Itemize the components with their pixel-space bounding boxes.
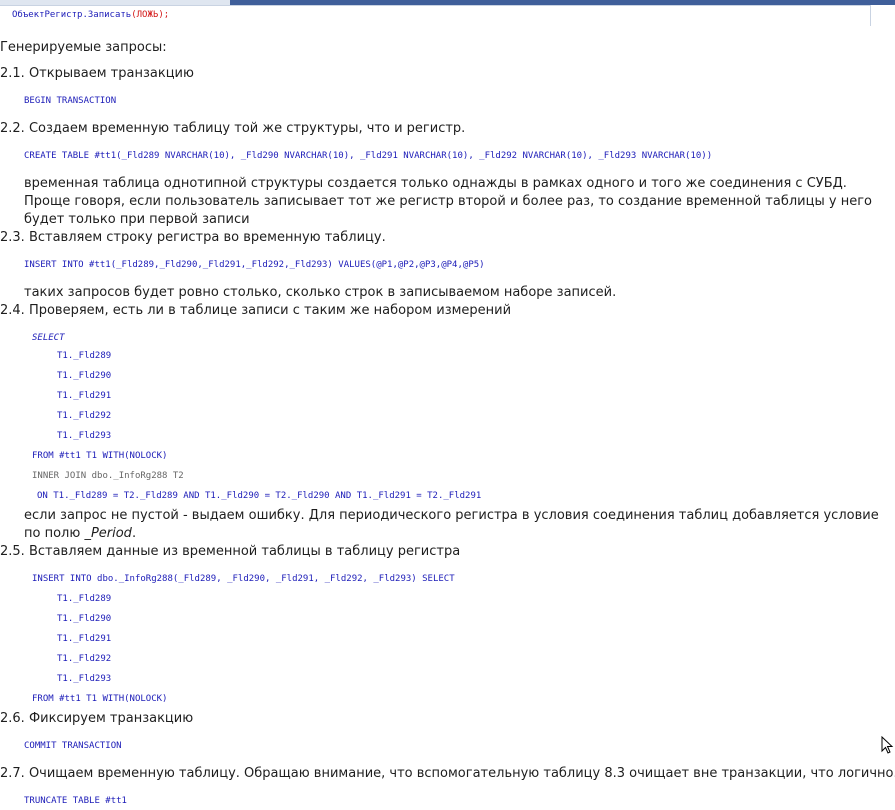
step-heading-2-4: 2.4. Проверяем, есть ли в таблице записи… — [0, 303, 512, 318]
intro-text: Генерируемые запросы: — [0, 40, 167, 55]
code-commit: COMMIT TRANSACTION — [24, 741, 122, 751]
code-field: T1._Fld293 — [57, 674, 112, 684]
code-field: T1._Fld292 — [57, 654, 112, 664]
step-heading-2-5: 2.5. Вставляем данные из временной табли… — [0, 544, 461, 559]
step-note-2-4-period: _Period — [84, 526, 132, 541]
step-note-2-3: таких запросов будет ровно столько, скол… — [24, 285, 617, 300]
code-insert-temp: INSERT INTO #tt1(_Fld289,_Fld290,_Fld291… — [24, 260, 485, 270]
code-from: FROM #tt1 T1 WITH(NOLOCK) — [32, 451, 168, 461]
code-field: T1._Fld289 — [57, 594, 112, 604]
header-code: ОбъектРегистр.Записать(ЛОЖЬ); — [12, 10, 169, 20]
step-heading-2-2: 2.2. Создаем временную таблицу той же ст… — [0, 121, 466, 136]
step-heading-2-6: 2.6. Фиксируем транзакцию — [0, 711, 194, 726]
mouse-cursor-icon — [881, 736, 894, 754]
code-from: FROM #tt1 T1 WITH(NOLOCK) — [32, 694, 168, 704]
code-insert-register: INSERT INTO dbo._InfoRg288(_Fld289, _Fld… — [32, 574, 455, 584]
code-field: T1._Fld290 — [57, 614, 112, 624]
step-heading-2-7: 2.7. Очищаем временную таблицу. Обращаю … — [0, 766, 895, 781]
code-truncate: TRUNCATE TABLE #tt1 — [24, 796, 127, 806]
step-note-2-4-text: если запрос не пустой - выдаем ошибку. Д… — [24, 508, 879, 541]
code-begin-transaction: BEGIN TRANSACTION — [24, 96, 117, 106]
code-field: T1._Fld291 — [57, 391, 112, 401]
code-select: SELECT — [32, 333, 65, 343]
code-create-table: CREATE TABLE #tt1(_Fld289 NVARCHAR(10), … — [24, 151, 713, 161]
code-on-condition: ON T1._Fld289 = T2._Fld289 AND T1._Fld29… — [37, 491, 482, 501]
step-heading-2-3: 2.3. Вставляем строку регистра во времен… — [0, 230, 386, 245]
code-field: T1._Fld293 — [57, 431, 112, 441]
header-code-arg: ЛОЖЬ — [136, 10, 159, 20]
step-heading-2-1: 2.1. Открываем транзакцию — [0, 66, 194, 81]
step-note-2-2: временная таблица однотипной структуры с… — [24, 176, 872, 227]
code-inner-join: INNER JOIN dbo._InfoRg288 T2 — [32, 471, 184, 481]
header-code-object: ОбъектРегистр.Записать — [12, 10, 132, 20]
code-field: T1._Fld291 — [57, 634, 112, 644]
code-field: T1._Fld292 — [57, 411, 112, 421]
code-field: T1._Fld289 — [57, 351, 112, 361]
code-field: T1._Fld290 — [57, 371, 112, 381]
step-note-2-4-end: . — [131, 526, 137, 541]
step-note-2-4: если запрос не пустой - выдаем ошибку. Д… — [24, 507, 886, 543]
header-code-paren-close: ); — [158, 10, 170, 20]
